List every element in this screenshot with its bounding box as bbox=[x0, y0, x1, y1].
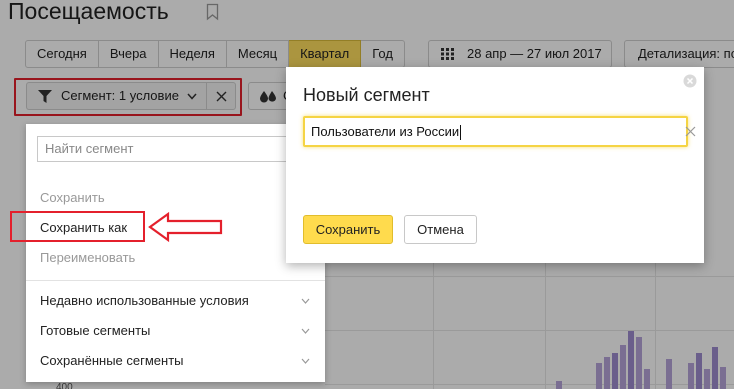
chevron-down-icon bbox=[301, 298, 310, 304]
chevron-down-icon bbox=[301, 358, 310, 364]
segment-name-input[interactable]: Пользователи из России bbox=[303, 116, 696, 147]
new-segment-dialog: Новый сегмент Пользователи из России Сох… bbox=[286, 67, 704, 263]
menu-group-ready-segments[interactable]: Готовые сегменты bbox=[40, 323, 312, 339]
dialog-title: Новый сегмент bbox=[303, 85, 430, 105]
segment-name-value: Пользователи из России bbox=[311, 124, 460, 139]
menu-group-saved-segments[interactable]: Сохранённые сегменты bbox=[40, 353, 312, 369]
clear-icon[interactable] bbox=[685, 126, 696, 137]
arrow-left-icon bbox=[148, 211, 223, 243]
menu-group-label: Сохранённые сегменты bbox=[40, 353, 184, 368]
cancel-button[interactable]: Отмена bbox=[404, 215, 477, 244]
close-icon[interactable] bbox=[683, 74, 697, 88]
menu-item-rename[interactable]: Переименовать bbox=[40, 250, 135, 266]
segment-dropdown-menu: Найти сегмент Сохранить Сохранить как Пе… bbox=[26, 124, 325, 382]
text-cursor bbox=[460, 125, 462, 141]
menu-group-recent-conditions[interactable]: Недавно использованные условия bbox=[40, 293, 312, 309]
chevron-down-icon bbox=[301, 328, 310, 334]
dropdown-divider bbox=[26, 280, 325, 281]
menu-group-label: Недавно использованные условия bbox=[40, 293, 249, 308]
segment-search-input[interactable]: Найти сегмент bbox=[37, 136, 315, 162]
menu-item-save[interactable]: Сохранить bbox=[40, 190, 105, 206]
save-as-highlight-annotation bbox=[10, 211, 145, 242]
menu-group-label: Готовые сегменты bbox=[40, 323, 151, 338]
save-button[interactable]: Сохранить bbox=[303, 215, 393, 244]
